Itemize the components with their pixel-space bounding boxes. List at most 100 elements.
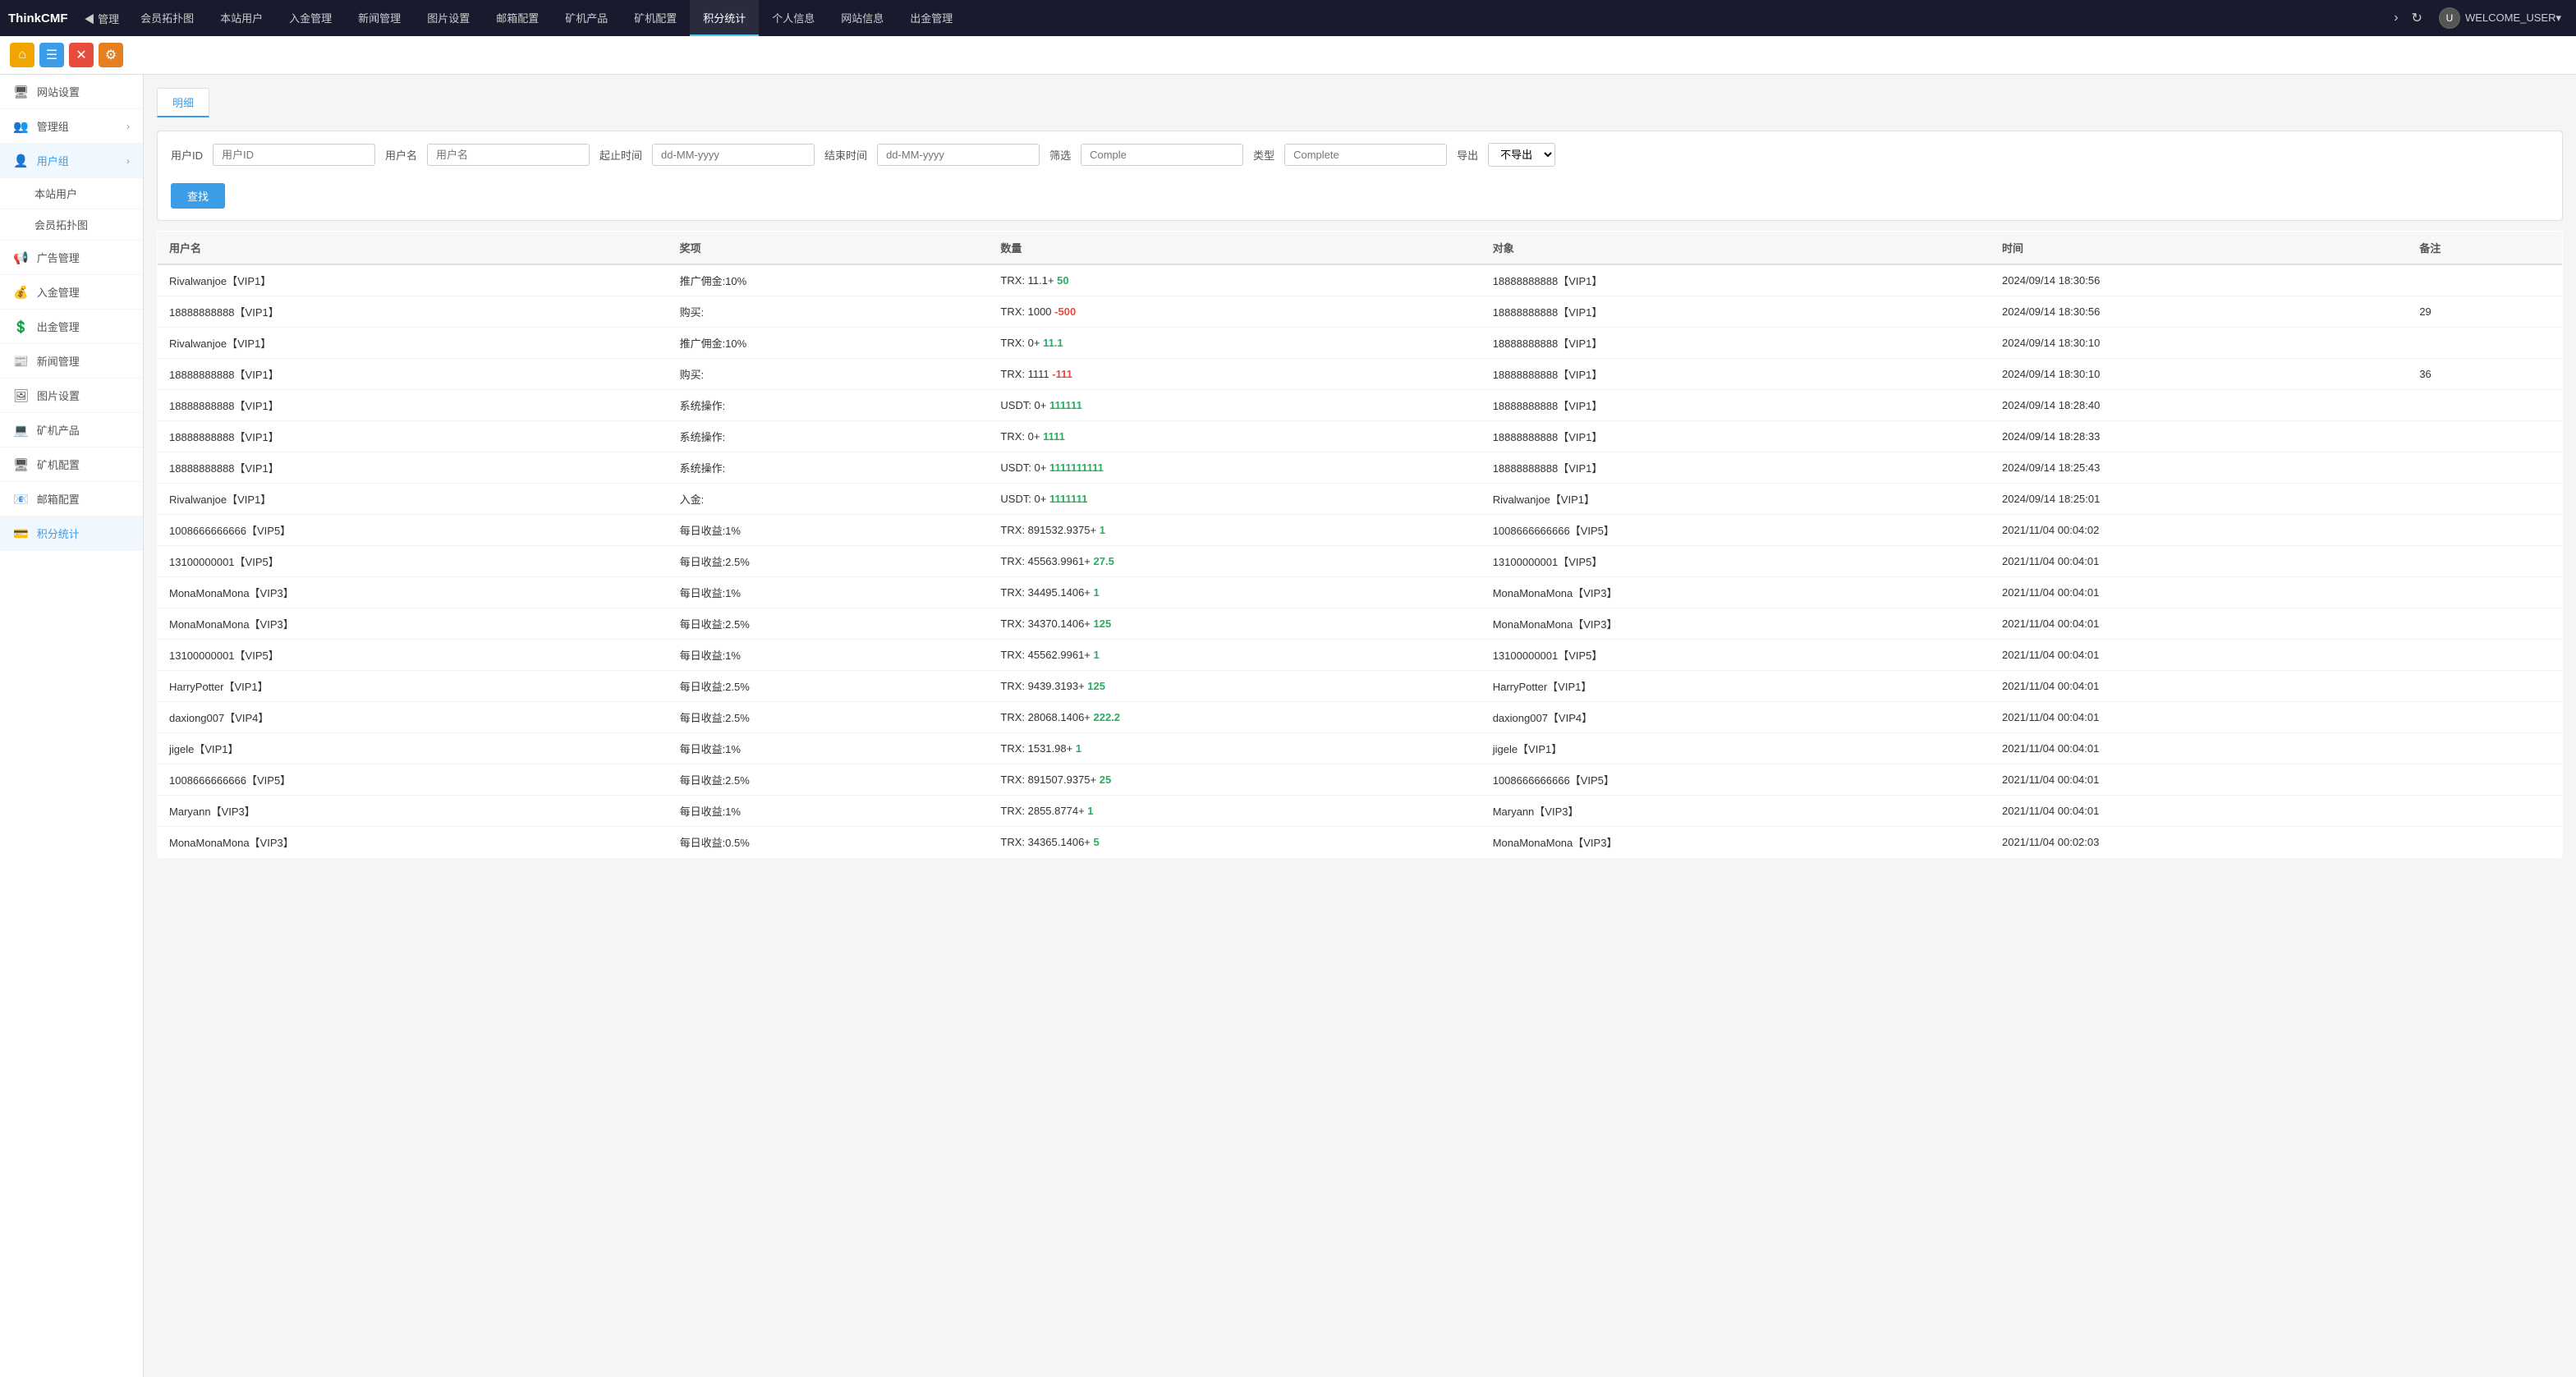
end-time-input[interactable]	[877, 144, 1040, 166]
nav-item-新闻管理[interactable]: 新闻管理	[345, 0, 414, 36]
sidebar-item-miner-products[interactable]: 💻 矿机产品	[0, 413, 143, 448]
cell-time: 2024/09/14 18:28:40	[1991, 390, 2408, 421]
main-layout: 🖥 网站设置 👥 管理组 › 👤 用户组 › 本站用户 会员拓扑图 📢 广告管理	[0, 75, 2576, 1377]
nav-item-积分统计[interactable]: 积分统计	[690, 0, 759, 36]
sidebar-item-points-stats[interactable]: 💳 积分统计	[0, 516, 143, 551]
withdrawal-icon: 💲	[13, 319, 29, 334]
cell-remark	[2408, 640, 2562, 671]
nav-more-button[interactable]: ›	[2390, 11, 2401, 25]
nav-item-个人信息[interactable]: 个人信息	[759, 0, 828, 36]
export-select[interactable]: 不导出	[1488, 143, 1555, 167]
start-time-label: 起止时间	[599, 147, 642, 163]
tab-detail[interactable]: 明细	[157, 88, 209, 117]
filter-label: 筛选	[1049, 147, 1071, 163]
nav-item-入金管理[interactable]: 入金管理	[276, 0, 345, 36]
sidebar-item-deposit[interactable]: 💰 入金管理	[0, 275, 143, 310]
nav-item-矿机产品[interactable]: 矿机产品	[552, 0, 621, 36]
cell-qty: TRX: 0+ 11.1	[989, 328, 1481, 359]
col-remark: 备注	[2408, 232, 2562, 265]
nav-item-出金管理[interactable]: 出金管理	[897, 0, 966, 36]
user-menu[interactable]: U WELCOME_USER▾	[2432, 7, 2568, 29]
cell-award: 每日收益:2.5%	[668, 608, 990, 640]
table-row: MonaMonaMona【VIP3】每日收益:2.5%TRX: 34370.14…	[158, 608, 2563, 640]
nav-item-网站信息[interactable]: 网站信息	[828, 0, 897, 36]
settings-button[interactable]: ⚙	[99, 43, 123, 67]
cell-award: 每日收益:0.5%	[668, 827, 990, 858]
filter-input[interactable]	[1081, 144, 1243, 166]
points-icon: 💳	[13, 526, 29, 541]
top-navigation: ThinkCMF ◀ 管理 会员拓扑图本站用户入金管理新闻管理图片设置邮箱配置矿…	[0, 0, 2576, 36]
cell-username: jigele【VIP1】	[158, 733, 668, 764]
username-input[interactable]	[427, 144, 590, 166]
type-label: 类型	[1253, 147, 1274, 163]
table-row: Rivalwanjoe【VIP1】推广佣金:10%TRX: 0+ 11.1188…	[158, 328, 2563, 359]
nav-item-图片设置[interactable]: 图片设置	[414, 0, 483, 36]
sidebar-item-image-settings[interactable]: 🖼 图片设置	[0, 379, 143, 413]
user-label: WELCOME_USER▾	[2465, 11, 2561, 25]
cell-award: 每日收益:1%	[668, 577, 990, 608]
cell-username: MonaMonaMona【VIP3】	[158, 827, 668, 858]
nav-back-button[interactable]: ◀ 管理	[76, 11, 128, 26]
avatar: U	[2439, 7, 2460, 29]
cell-time: 2021/11/04 00:04:01	[1991, 702, 2408, 733]
menu-button[interactable]: ☰	[39, 43, 64, 67]
table-row: 18888888888【VIP1】系统操作:USDT: 0+ 111111188…	[158, 390, 2563, 421]
search-button[interactable]: 查找	[171, 183, 225, 209]
cell-username: Rivalwanjoe【VIP1】	[158, 484, 668, 515]
deposit-icon: 💰	[13, 285, 29, 300]
table-row: 13100000001【VIP5】每日收益:2.5%TRX: 45563.996…	[158, 546, 2563, 577]
table-row: 13100000001【VIP5】每日收益:1%TRX: 45562.9961+…	[158, 640, 2563, 671]
cell-award: 系统操作:	[668, 390, 990, 421]
cell-remark	[2408, 608, 2562, 640]
cell-username: 18888888888【VIP1】	[158, 296, 668, 328]
cell-target: jigele【VIP1】	[1481, 733, 1991, 764]
sidebar-sub-item-topology[interactable]: 会员拓扑图	[0, 209, 143, 241]
cell-award: 推广佣金:10%	[668, 264, 990, 296]
sidebar-item-ad-management[interactable]: 📢 广告管理	[0, 241, 143, 275]
sidebar-item-label: 管理组	[37, 118, 69, 134]
sidebar-item-admin-group[interactable]: 👥 管理组 ›	[0, 109, 143, 144]
sidebar-item-miner-config[interactable]: 🖥 矿机配置	[0, 448, 143, 482]
close-button[interactable]: ✕	[69, 43, 94, 67]
cell-remark	[2408, 390, 2562, 421]
sidebar-item-label: 图片设置	[37, 388, 80, 403]
cell-time: 2021/11/04 00:04:01	[1991, 671, 2408, 702]
cell-time: 2024/09/14 18:30:10	[1991, 328, 2408, 359]
sidebar-sub-item-local-users[interactable]: 本站用户	[0, 178, 143, 209]
type-input[interactable]	[1284, 144, 1447, 166]
sidebar-item-email-config[interactable]: 📧 邮箱配置	[0, 482, 143, 516]
table-row: Rivalwanjoe【VIP1】推广佣金:10%TRX: 11.1+ 5018…	[158, 264, 2563, 296]
table-row: HarryPotter【VIP1】每日收益:2.5%TRX: 9439.3193…	[158, 671, 2563, 702]
tab-bar: 明细	[157, 88, 2563, 117]
cell-remark	[2408, 733, 2562, 764]
cell-award: 购买:	[668, 359, 990, 390]
nav-item-邮箱配置[interactable]: 邮箱配置	[483, 0, 552, 36]
start-time-input[interactable]	[652, 144, 815, 166]
cell-award: 系统操作:	[668, 421, 990, 452]
cell-time: 2021/11/04 00:04:01	[1991, 796, 2408, 827]
home-button[interactable]: ⌂	[10, 43, 34, 67]
cell-qty: TRX: 45563.9961+ 27.5	[989, 546, 1481, 577]
cell-target: 1008666666666【VIP5】	[1481, 764, 1991, 796]
cell-time: 2021/11/04 00:02:03	[1991, 827, 2408, 858]
nav-item-矿机配置[interactable]: 矿机配置	[621, 0, 690, 36]
chevron-right-icon: ›	[126, 155, 130, 167]
cell-time: 2021/11/04 00:04:02	[1991, 515, 2408, 546]
end-time-label: 结束时间	[824, 147, 867, 163]
cell-qty: TRX: 28068.1406+ 222.2	[989, 702, 1481, 733]
nav-item-本站用户[interactable]: 本站用户	[207, 0, 276, 36]
table-row: MonaMonaMona【VIP3】每日收益:0.5%TRX: 34365.14…	[158, 827, 2563, 858]
export-label: 导出	[1457, 147, 1478, 163]
nav-refresh-button[interactable]: ↻	[2408, 10, 2426, 26]
cell-remark	[2408, 546, 2562, 577]
nav-item-会员拓扑图[interactable]: 会员拓扑图	[127, 0, 207, 36]
sidebar-item-withdrawal[interactable]: 💲 出金管理	[0, 310, 143, 344]
cell-remark	[2408, 796, 2562, 827]
sidebar-item-website-settings[interactable]: 🖥 网站设置	[0, 75, 143, 109]
userid-input[interactable]	[213, 144, 375, 166]
cell-username: Rivalwanjoe【VIP1】	[158, 264, 668, 296]
sidebar-item-user-group[interactable]: 👤 用户组 ›	[0, 144, 143, 178]
sidebar-item-news[interactable]: 📰 新闻管理	[0, 344, 143, 379]
user-icon: 👤	[13, 154, 29, 168]
cell-time: 2021/11/04 00:04:01	[1991, 546, 2408, 577]
